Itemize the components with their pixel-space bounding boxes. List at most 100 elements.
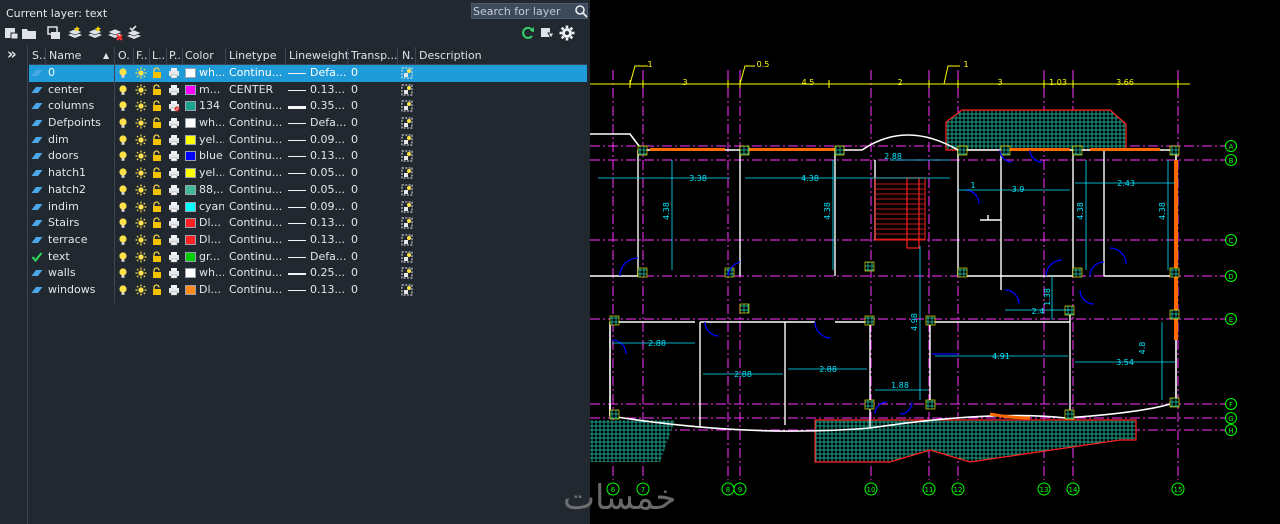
unlock-icon[interactable]: [151, 150, 163, 162]
layer-color[interactable]: Dl...: [199, 233, 224, 247]
table-row[interactable]: Defpoints wh... Continu... Defa... 0: [29, 115, 587, 132]
layer-name[interactable]: dim: [48, 133, 112, 147]
printer-icon[interactable]: [168, 234, 180, 246]
layer-lineweight[interactable]: 0.25...: [310, 266, 346, 280]
printer-icon[interactable]: [168, 284, 180, 296]
unlock-icon[interactable]: [151, 234, 163, 246]
color-swatch[interactable]: [185, 168, 196, 179]
layer-linetype[interactable]: Continu...: [229, 266, 284, 280]
sun-icon[interactable]: [135, 284, 147, 296]
sun-icon[interactable]: [135, 217, 147, 229]
drawing-canvas[interactable]: 1 3 0.5 4.5 2 1 3 1.03 3.66 3.38 4.38 2.88 3.9 2.43 4.…: [590, 0, 1280, 524]
search-icon[interactable]: [574, 4, 588, 18]
layer-lineweight[interactable]: Defa...: [310, 116, 346, 130]
new-vp-freeze-icon[interactable]: [401, 284, 413, 296]
layer-status-icon[interactable]: [31, 217, 43, 229]
new-vp-freeze-icon[interactable]: [401, 267, 413, 279]
table-row[interactable]: doors blue Continu... 0.13... 0: [29, 148, 587, 165]
new-vp-freeze-icon[interactable]: [401, 134, 413, 146]
layer-settings-icon[interactable]: [540, 25, 556, 41]
color-swatch[interactable]: [185, 151, 196, 162]
unlock-icon[interactable]: [151, 284, 163, 296]
table-row[interactable]: hatch2 88,... Continu... 0.05... 0: [29, 182, 587, 199]
color-swatch[interactable]: [185, 101, 196, 112]
unlock-icon[interactable]: [151, 100, 163, 112]
new-vp-freeze-icon[interactable]: [401, 167, 413, 179]
new-vp-freeze-icon[interactable]: [401, 234, 413, 246]
col-transparency[interactable]: Transp...: [351, 49, 399, 62]
lightbulb-icon[interactable]: [117, 201, 129, 213]
new-vp-freeze-icon[interactable]: [401, 84, 413, 96]
sun-icon[interactable]: [135, 267, 147, 279]
sun-icon[interactable]: [135, 201, 147, 213]
layer-linetype[interactable]: Continu...: [229, 149, 284, 163]
printer-icon[interactable]: [168, 201, 180, 213]
layer-lineweight[interactable]: 0.05...: [310, 183, 346, 197]
new-vp-freeze-icon[interactable]: [401, 67, 413, 79]
layer-status-icon[interactable]: [31, 201, 43, 213]
layer-lineweight[interactable]: 0.09...: [310, 200, 346, 214]
printer-icon[interactable]: [168, 184, 180, 196]
printer-icon[interactable]: [168, 167, 180, 179]
layer-transparency[interactable]: 0: [351, 166, 391, 180]
layer-status-icon[interactable]: [31, 184, 43, 196]
col-lineweight[interactable]: Lineweight: [289, 49, 349, 62]
lightbulb-icon[interactable]: [117, 134, 129, 146]
layer-linetype[interactable]: Continu...: [229, 133, 284, 147]
expand-filter-icon[interactable]: »: [7, 47, 17, 62]
layer-transparency[interactable]: 0: [351, 266, 391, 280]
col-on[interactable]: O..: [118, 49, 130, 62]
unlock-icon[interactable]: [151, 84, 163, 96]
layer-name[interactable]: hatch1: [48, 166, 112, 180]
lightbulb-icon[interactable]: [117, 150, 129, 162]
lightbulb-icon[interactable]: [117, 267, 129, 279]
lightbulb-icon[interactable]: [117, 217, 129, 229]
sun-icon[interactable]: [135, 134, 147, 146]
new-property-filter-icon[interactable]: [4, 25, 20, 41]
layer-transparency[interactable]: 0: [351, 149, 391, 163]
set-current-layer-icon[interactable]: [126, 25, 142, 41]
layer-transparency[interactable]: 0: [351, 233, 391, 247]
layer-name[interactable]: walls: [48, 266, 112, 280]
layer-linetype[interactable]: Continu...: [229, 166, 284, 180]
color-swatch[interactable]: [185, 284, 196, 295]
layer-status-icon[interactable]: [31, 117, 43, 129]
sun-icon[interactable]: [135, 167, 147, 179]
layer-status-icon[interactable]: [31, 284, 43, 296]
layer-linetype[interactable]: CENTER: [229, 83, 284, 97]
color-swatch[interactable]: [185, 201, 196, 212]
lightbulb-icon[interactable]: [117, 117, 129, 129]
sun-icon[interactable]: [135, 234, 147, 246]
layer-transparency[interactable]: 0: [351, 133, 391, 147]
new-vp-freeze-icon[interactable]: [401, 184, 413, 196]
layer-linetype[interactable]: Continu...: [229, 233, 284, 247]
layer-status-icon[interactable]: [31, 84, 43, 96]
layer-status-icon[interactable]: [31, 134, 43, 146]
col-linetype[interactable]: Linetype: [229, 49, 285, 62]
search-layer-input[interactable]: Search for layer: [471, 3, 588, 19]
color-swatch[interactable]: [185, 68, 196, 78]
layer-lineweight[interactable]: 0.35...: [310, 99, 346, 113]
sun-icon[interactable]: [135, 150, 147, 162]
lightbulb-icon[interactable]: [117, 167, 129, 179]
layer-linetype[interactable]: Continu...: [229, 250, 284, 264]
table-row[interactable]: Stairs Dl... Continu... 0.13... 0: [29, 215, 587, 232]
color-swatch[interactable]: [185, 134, 196, 145]
layer-name[interactable]: terrace: [48, 233, 112, 247]
layer-lineweight[interactable]: 0.05...: [310, 166, 346, 180]
layer-color[interactable]: gr...: [199, 250, 224, 264]
lightbulb-icon[interactable]: [117, 84, 129, 96]
layer-status-icon[interactable]: [31, 234, 43, 246]
new-vp-freeze-icon[interactable]: [401, 201, 413, 213]
new-vp-freeze-icon[interactable]: [401, 217, 413, 229]
layer-color[interactable]: 134: [199, 99, 224, 113]
layer-name[interactable]: windows: [48, 283, 112, 297]
layer-name[interactable]: indim: [48, 200, 112, 214]
table-row[interactable]: dim yel... Continu... 0.09... 0: [29, 132, 587, 149]
layer-name[interactable]: doors: [48, 149, 112, 163]
layer-transparency[interactable]: 0: [351, 283, 391, 297]
col-status[interactable]: S..: [32, 49, 46, 62]
layer-linetype[interactable]: Continu...: [229, 283, 284, 297]
lightbulb-icon[interactable]: [117, 67, 129, 79]
unlock-icon[interactable]: [151, 200, 163, 213]
